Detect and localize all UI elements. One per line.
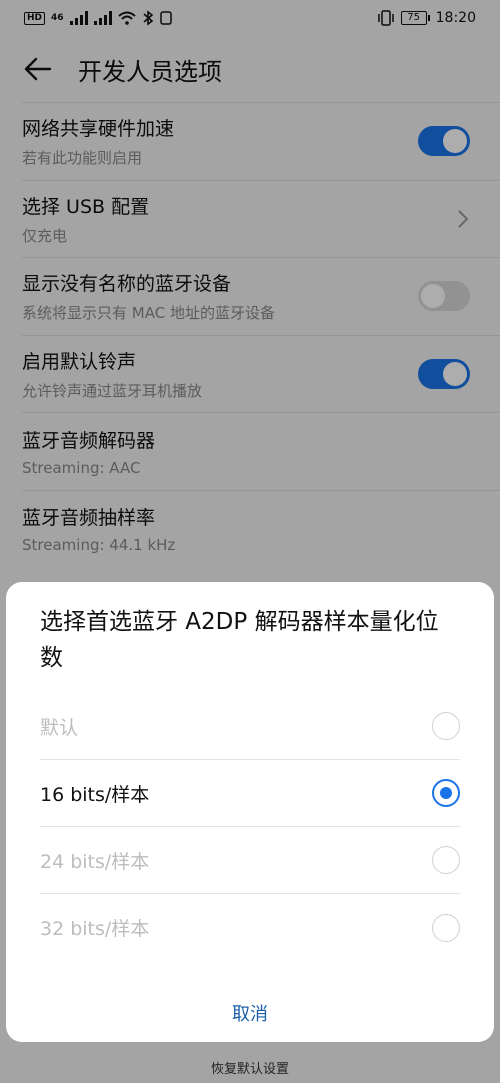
option-list: 默认 16 bits/样本 24 bits/样本 32 bits/样本: [40, 693, 460, 961]
radio-selected-icon[interactable]: [432, 779, 460, 807]
option-default[interactable]: 默认: [40, 693, 460, 760]
option-label: 16 bits/样本: [40, 783, 150, 806]
radio-unselected-icon[interactable]: [432, 846, 460, 874]
option-16-bits[interactable]: 16 bits/样本: [40, 760, 460, 827]
option-32-bits[interactable]: 32 bits/样本: [40, 894, 460, 961]
bits-per-sample-dialog: 选择首选蓝牙 A2DP 解码器样本量化位数 默认 16 bits/样本 24 b…: [6, 582, 494, 1042]
option-24-bits[interactable]: 24 bits/样本: [40, 827, 460, 894]
option-label: 32 bits/样本: [40, 918, 150, 940]
dialog-title: 选择首选蓝牙 A2DP 解码器样本量化位数: [40, 609, 439, 671]
radio-unselected-icon[interactable]: [432, 913, 460, 942]
option-label: 默认: [40, 716, 79, 739]
radio-unselected-icon[interactable]: [432, 712, 460, 740]
option-label: 24 bits/样本: [40, 850, 150, 873]
cancel-button[interactable]: 取消: [6, 990, 494, 1036]
